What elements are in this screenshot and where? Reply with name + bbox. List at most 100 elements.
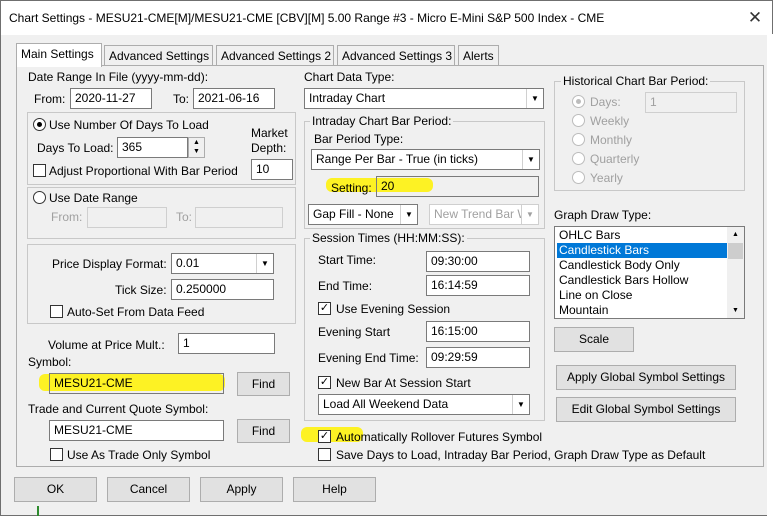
auto-rollover-checkbox[interactable]: ✓	[318, 430, 331, 443]
list-item[interactable]: Line on Close	[557, 288, 728, 303]
auto-set-checkbox[interactable]	[50, 305, 63, 318]
days-to-load-field[interactable]: 365	[117, 137, 188, 158]
from-label: From:	[34, 92, 66, 106]
market-label: Market	[251, 126, 288, 140]
graph-draw-type-list[interactable]: OHLC Bars Candlestick Bars Candlestick B…	[554, 226, 745, 319]
yearly-label: Yearly	[590, 171, 623, 185]
trade-symbol-label: Trade and Current Quote Symbol:	[28, 402, 209, 416]
date-range-title: Date Range In File (yyyy-mm-dd):	[28, 70, 209, 84]
scroll-up-icon[interactable]: ▲	[727, 227, 744, 242]
end-time-field[interactable]: 16:14:59	[426, 275, 530, 296]
range-from-field[interactable]	[87, 207, 167, 228]
range-to-field[interactable]	[195, 207, 283, 228]
find-trade-symbol-button[interactable]: Find	[237, 419, 290, 443]
use-date-range-label: Use Date Range	[49, 191, 138, 205]
days-to-load-label: Days To Load:	[37, 141, 114, 155]
tab-alerts[interactable]: Alerts	[458, 45, 499, 67]
quarterly-label: Quarterly	[590, 152, 640, 166]
list-item[interactable]: Candlestick Body Only	[557, 258, 728, 273]
price-format-value: 0.01	[176, 256, 200, 270]
ok-button[interactable]: OK	[14, 477, 97, 502]
new-trend-bar-select[interactable]: New Trend Bar W ▼	[429, 204, 539, 225]
setting-field[interactable]: 20	[376, 176, 539, 197]
background-chart-edge	[767, 34, 773, 516]
trade-only-checkbox[interactable]	[50, 448, 63, 461]
trade-symbol-field[interactable]: MESU21-CME	[49, 420, 224, 441]
adjust-proportional-checkbox[interactable]	[33, 164, 46, 177]
spin-down-icon[interactable]: ▼	[189, 147, 204, 156]
to-label: To:	[173, 92, 190, 106]
apply-button[interactable]: Apply	[200, 477, 283, 502]
depth-label: Depth:	[251, 141, 287, 155]
chevron-down-icon: ▼	[522, 150, 539, 169]
scroll-thumb[interactable]	[728, 243, 743, 259]
background-chart-line	[37, 506, 39, 516]
chevron-down-icon: ▼	[512, 395, 529, 414]
find-symbol-button[interactable]: Find	[237, 372, 290, 396]
apply-global-symbol-button[interactable]: Apply Global Symbol Settings	[556, 365, 736, 390]
range-to-label: To:	[176, 210, 193, 224]
list-item[interactable]: OHLC Bars	[557, 228, 728, 243]
market-depth-field[interactable]: 10	[251, 159, 293, 180]
symbol-label: Symbol:	[28, 355, 72, 369]
days-spinner[interactable]: ▲ ▼	[188, 137, 205, 158]
bar-period-type-label: Bar Period Type:	[314, 132, 404, 146]
edit-global-symbol-button[interactable]: Edit Global Symbol Settings	[556, 397, 736, 422]
help-button[interactable]: Help	[293, 477, 376, 502]
price-format-label: Price Display Format:	[52, 257, 167, 271]
symbol-field[interactable]: MESU21-CME	[49, 373, 224, 394]
weekly-label: Weekly	[590, 114, 630, 128]
chart-data-type-label: Chart Data Type:	[304, 70, 395, 84]
monthly-radio[interactable]	[572, 133, 585, 146]
new-bar-session-checkbox[interactable]: ✓	[318, 376, 331, 389]
list-item[interactable]: Candlestick Bars Hollow	[557, 273, 728, 288]
scale-button[interactable]: Scale	[554, 327, 634, 352]
evening-end-field[interactable]: 09:29:59	[426, 347, 530, 368]
start-time-field[interactable]: 09:30:00	[426, 251, 530, 272]
tab-advanced-settings-2[interactable]: Advanced Settings 2	[216, 45, 334, 67]
use-evening-session-label: Use Evening Session	[336, 302, 451, 316]
price-format-select[interactable]: 0.01 ▼	[171, 253, 274, 274]
save-defaults-checkbox[interactable]	[318, 448, 331, 461]
close-icon[interactable]: ✕	[742, 5, 768, 31]
evening-start-field[interactable]: 16:15:00	[426, 321, 530, 342]
from-date-field[interactable]: 2020-11-27	[70, 88, 152, 109]
title-bar[interactable]: Chart Settings - MESU21-CME[M]/MESU21-CM…	[1, 1, 772, 35]
historical-days-radio[interactable]	[572, 95, 585, 108]
weekly-radio[interactable]	[572, 114, 585, 127]
yearly-radio[interactable]	[572, 171, 585, 184]
historical-group-title: Historical Chart Bar Period:	[561, 74, 711, 88]
vap-mult-field[interactable]: 1	[178, 333, 275, 354]
list-item[interactable]: Mountain	[557, 303, 728, 318]
tick-size-field[interactable]: 0.250000	[171, 279, 274, 300]
use-date-range-radio[interactable]	[33, 191, 46, 204]
spin-up-icon[interactable]: ▲	[189, 138, 204, 147]
adjust-proportional-label: Adjust Proportional With Bar Period	[49, 164, 238, 178]
tab-main-settings[interactable]: Main Settings	[16, 43, 102, 67]
chart-data-type-select[interactable]: Intraday Chart ▼	[304, 88, 544, 109]
gap-fill-value: Gap Fill - None	[313, 207, 394, 221]
tab-advanced-settings[interactable]: Advanced Settings	[104, 45, 213, 67]
auto-rollover-label: Automatically Rollover Futures Symbol	[336, 430, 543, 444]
scroll-down-icon[interactable]: ▼	[727, 303, 744, 318]
use-evening-session-checkbox[interactable]: ✓	[318, 302, 331, 315]
graph-draw-type-label: Graph Draw Type:	[554, 208, 652, 222]
bar-period-type-select[interactable]: Range Per Bar - True (in ticks) ▼	[311, 149, 540, 170]
use-days-label: Use Number Of Days To Load	[49, 118, 209, 132]
to-date-field[interactable]: 2021-06-16	[193, 88, 275, 109]
chart-data-type-value: Intraday Chart	[309, 91, 386, 105]
use-days-radio[interactable]	[33, 118, 46, 131]
gap-fill-select[interactable]: Gap Fill - None ▼	[308, 204, 418, 225]
chevron-down-icon: ▼	[256, 254, 273, 273]
historical-days-field[interactable]: 1	[645, 92, 737, 113]
tab-advanced-settings-3[interactable]: Advanced Settings 3	[337, 45, 455, 67]
chevron-down-icon: ▼	[400, 205, 417, 224]
list-item-selected[interactable]: Candlestick Bars	[557, 243, 728, 258]
weekend-data-select[interactable]: Load All Weekend Data ▼	[318, 394, 530, 415]
quarterly-radio[interactable]	[572, 152, 585, 165]
weekend-data-value: Load All Weekend Data	[323, 397, 449, 411]
setting-label: Setting:	[331, 181, 372, 195]
list-scrollbar[interactable]: ▲ ▼	[727, 227, 744, 318]
cancel-button[interactable]: Cancel	[107, 477, 190, 502]
save-defaults-label: Save Days to Load, Intraday Bar Period, …	[336, 448, 706, 462]
